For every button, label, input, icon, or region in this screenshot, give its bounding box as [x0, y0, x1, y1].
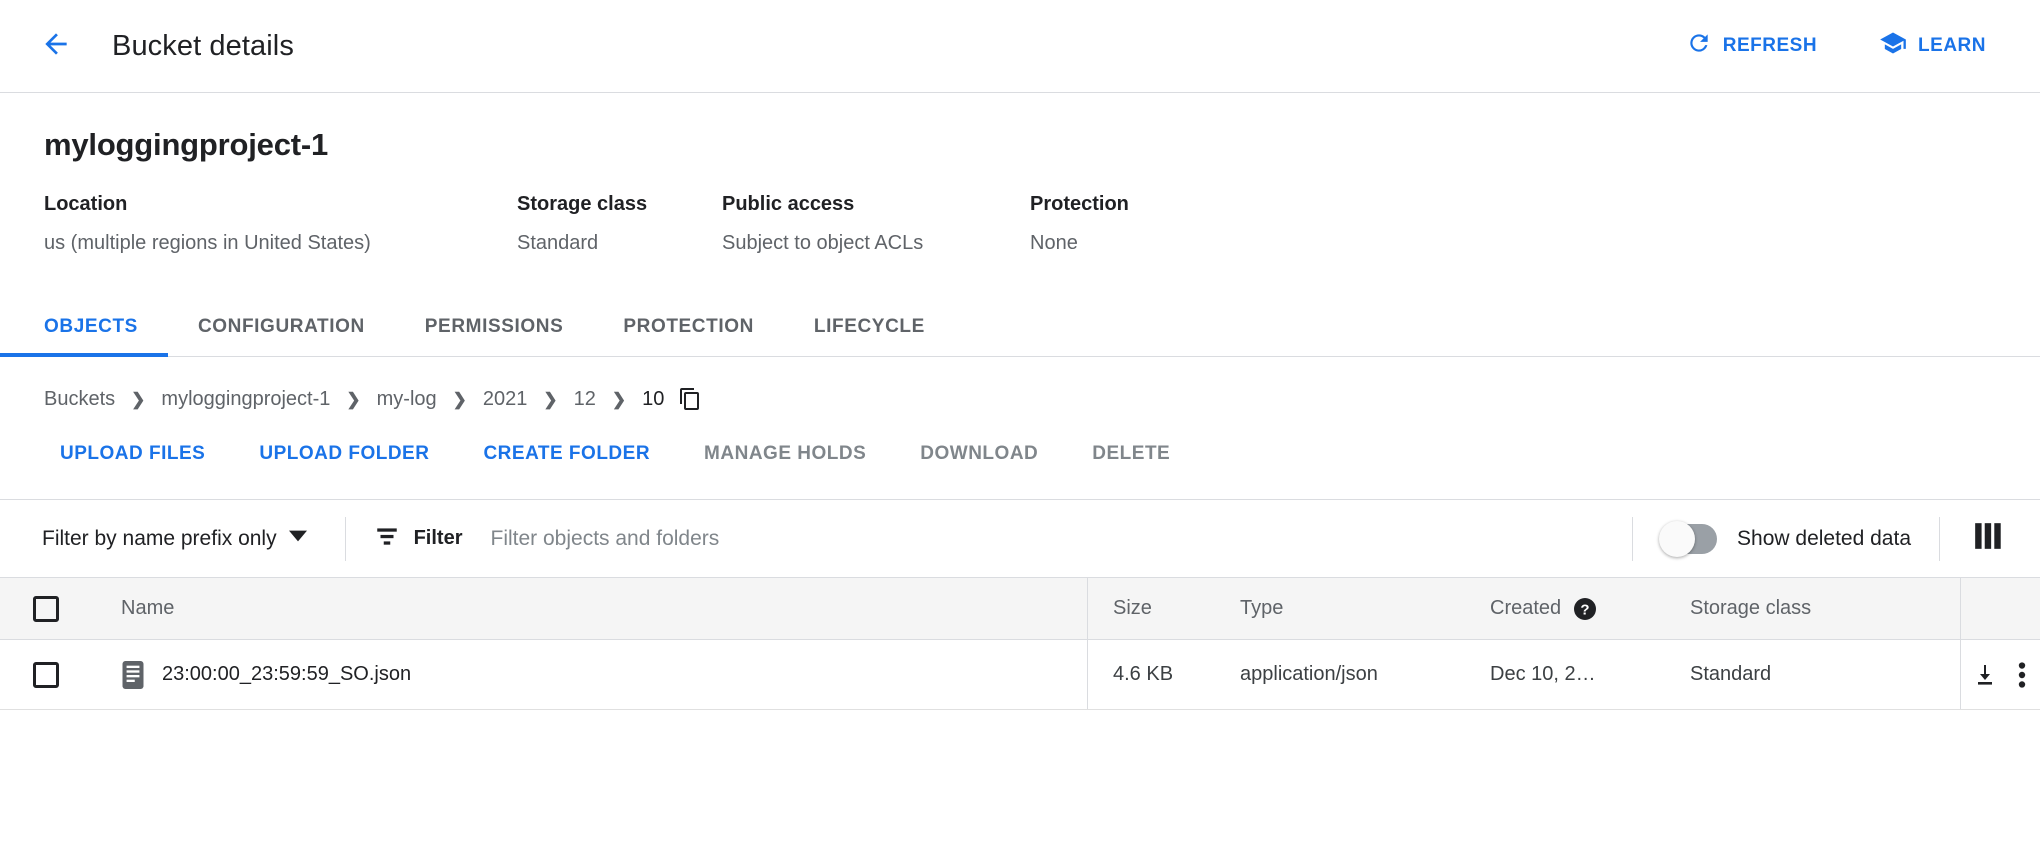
select-all-cell [0, 578, 93, 639]
breadcrumb-item-month[interactable]: 12 [574, 388, 596, 411]
columns-divider [1939, 517, 1940, 561]
column-settings-icon [1974, 523, 2002, 554]
column-header-name[interactable]: Name [93, 578, 1088, 639]
filter-toggle[interactable]: Filter [374, 523, 463, 555]
meta-value: Subject to object ACLs [722, 232, 1030, 255]
objects-table: Name Size Type Created ? Storage class [0, 578, 2040, 710]
help-icon[interactable]: ? [1573, 597, 1597, 621]
breadcrumb-item-buckets[interactable]: Buckets [44, 388, 115, 411]
column-header-actions [1960, 578, 2040, 639]
filter-input[interactable] [491, 527, 1011, 551]
json-file-icon [121, 661, 145, 689]
meta-protection: Protection None [1030, 193, 1270, 255]
meta-storage-class: Storage class Standard [517, 193, 722, 255]
show-deleted-data-label: Show deleted data [1737, 527, 1911, 551]
breadcrumb-item-bucket[interactable]: myloggingproject-1 [161, 388, 330, 411]
show-deleted-data-toggle[interactable]: Show deleted data [1661, 524, 1911, 554]
manage-holds-button: MANAGE HOLDS [688, 433, 882, 475]
meta-location: Location us (multiple regions in United … [44, 193, 517, 255]
column-header-storage-class[interactable]: Storage class [1690, 578, 1960, 639]
learn-label: LEARN [1918, 35, 1986, 57]
tab-protection[interactable]: PROTECTION [593, 316, 784, 356]
filter-label: Filter [414, 527, 463, 550]
back-button[interactable] [28, 18, 84, 74]
breadcrumb-item-day: 10 [642, 388, 664, 411]
meta-value: None [1030, 232, 1270, 255]
breadcrumb-separator: ❯ [453, 391, 467, 408]
tab-configuration[interactable]: CONFIGURATION [168, 316, 395, 356]
learn-button[interactable]: LEARN [1865, 19, 2000, 73]
page-title: Bucket details [112, 30, 294, 63]
arrow-back-icon [40, 28, 72, 65]
chevron-down-icon [289, 527, 307, 551]
row-type: application/json [1240, 640, 1490, 709]
create-folder-button[interactable]: CREATE FOLDER [467, 433, 666, 475]
breadcrumb-separator: ❯ [346, 391, 360, 408]
breadcrumb: Buckets ❯ myloggingproject-1 ❯ my-log ❯ … [0, 357, 2040, 411]
breadcrumb-item-my-log[interactable]: my-log [377, 388, 437, 411]
meta-label: Location [44, 193, 517, 216]
filter-bar: Filter by name prefix only Filter Show d… [0, 500, 2040, 578]
breadcrumb-separator: ❯ [131, 391, 145, 408]
meta-public-access: Public access Subject to object ACLs [722, 193, 1030, 255]
filter-list-icon [374, 523, 400, 555]
row-name-cell[interactable]: 23:00:00_23:59:59_SO.json [93, 640, 1088, 709]
table-row[interactable]: 23:00:00_23:59:59_SO.json 4.6 KB applica… [0, 640, 2040, 710]
download-button: DOWNLOAD [904, 433, 1054, 475]
row-size: 4.6 KB [1088, 640, 1240, 709]
row-storage-class: Standard [1690, 640, 1960, 709]
column-header-size[interactable]: Size [1088, 578, 1240, 639]
refresh-button[interactable]: REFRESH [1672, 20, 1831, 72]
filter-prefix-dropdown[interactable]: Filter by name prefix only [32, 519, 317, 559]
row-actions-cell [1960, 640, 2040, 709]
row-checkbox[interactable] [33, 662, 59, 688]
select-all-checkbox[interactable] [33, 596, 59, 622]
more-vert-icon[interactable] [2018, 662, 2026, 688]
column-header-created-label: Created [1490, 597, 1561, 620]
table-header-row: Name Size Type Created ? Storage class [0, 578, 2040, 640]
toggle-divider-left [1632, 517, 1633, 561]
bucket-summary: myloggingproject-1 Location us (multiple… [0, 93, 2040, 255]
upload-files-button[interactable]: UPLOAD FILES [44, 433, 221, 475]
tab-lifecycle[interactable]: LIFECYCLE [784, 316, 955, 356]
download-icon[interactable] [1973, 663, 1997, 687]
app-bar: Bucket details REFRESH LEARN [0, 0, 2040, 93]
refresh-icon [1686, 30, 1712, 62]
refresh-label: REFRESH [1723, 35, 1817, 57]
row-select-cell [0, 640, 93, 709]
column-header-created[interactable]: Created ? [1490, 578, 1690, 639]
meta-label: Storage class [517, 193, 722, 216]
tab-bar: OBJECTS CONFIGURATION PERMISSIONS PROTEC… [0, 297, 2040, 357]
school-icon [1879, 29, 1907, 63]
column-header-type[interactable]: Type [1240, 578, 1490, 639]
copy-icon[interactable] [678, 387, 702, 411]
meta-value: us (multiple regions in United States) [44, 232, 517, 255]
toggle-knob [1659, 521, 1695, 557]
upload-folder-button[interactable]: UPLOAD FOLDER [243, 433, 445, 475]
meta-value: Standard [517, 232, 722, 255]
meta-label: Public access [722, 193, 1030, 216]
tab-permissions[interactable]: PERMISSIONS [395, 316, 594, 356]
toggle-track[interactable] [1661, 524, 1717, 554]
row-created: Dec 10, 2… [1490, 640, 1690, 709]
column-settings-button[interactable] [1968, 517, 2008, 560]
bucket-meta-grid: Location us (multiple regions in United … [44, 193, 1996, 255]
row-file-name[interactable]: 23:00:00_23:59:59_SO.json [162, 663, 411, 686]
tab-objects[interactable]: OBJECTS [0, 316, 168, 356]
object-action-bar: UPLOAD FILES UPLOAD FOLDER CREATE FOLDER… [0, 411, 2040, 500]
meta-label: Protection [1030, 193, 1270, 216]
breadcrumb-item-year[interactable]: 2021 [483, 388, 528, 411]
filter-prefix-label: Filter by name prefix only [42, 527, 277, 551]
delete-button: DELETE [1076, 433, 1186, 475]
svg-text:?: ? [1581, 601, 1590, 618]
filter-divider [345, 517, 346, 561]
breadcrumb-separator: ❯ [612, 391, 626, 408]
bucket-name: myloggingproject-1 [44, 127, 1996, 163]
breadcrumb-separator: ❯ [543, 391, 557, 408]
